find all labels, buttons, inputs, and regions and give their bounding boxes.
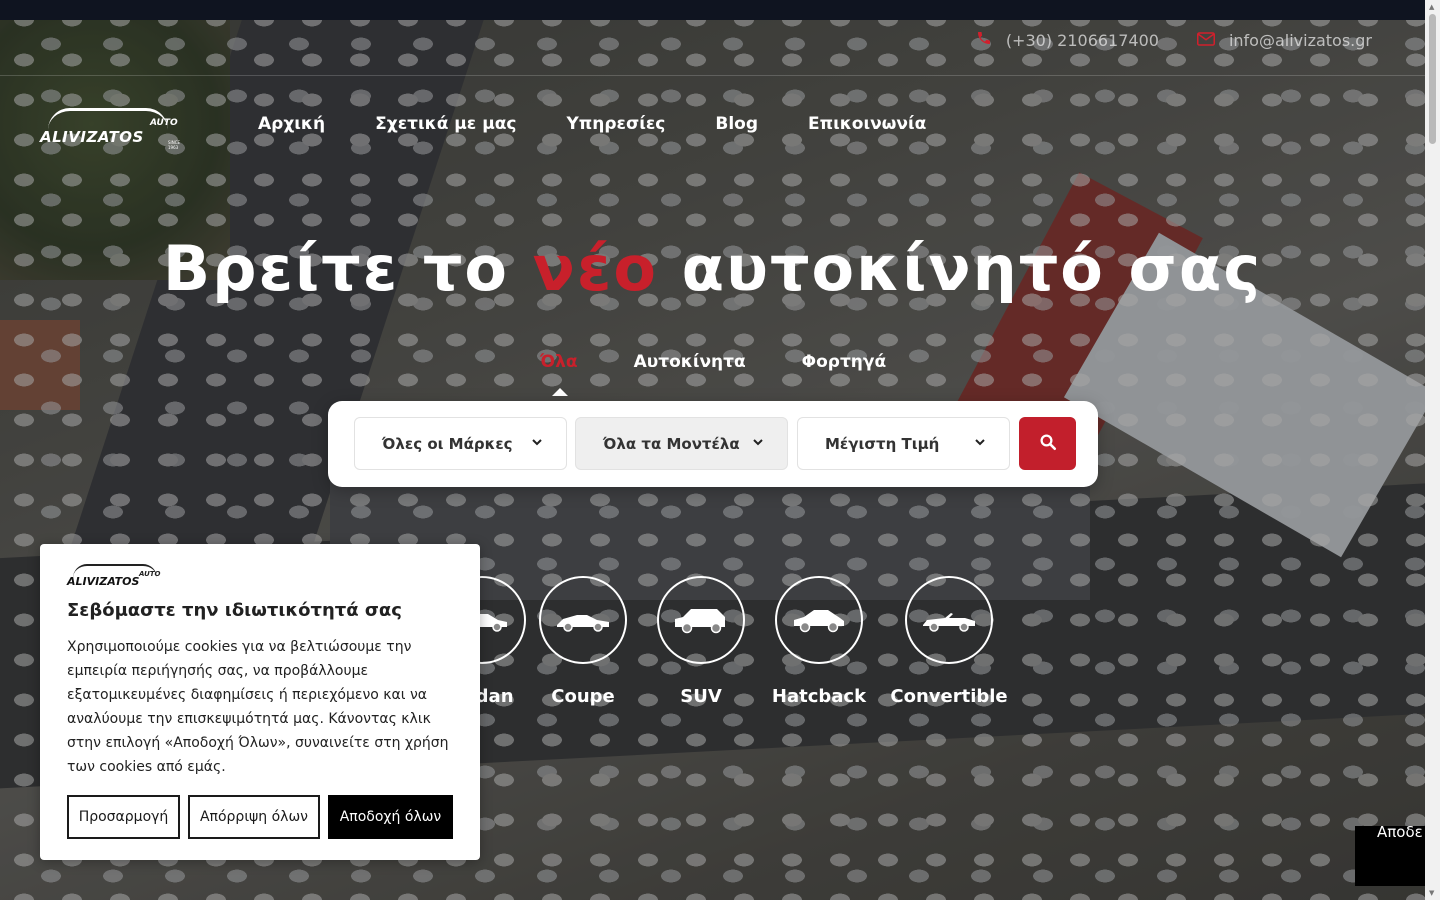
coupe-car-icon [539,576,627,664]
nav-item-about[interactable]: Σχετικά με μας [375,114,516,134]
envelope-icon [1196,31,1215,51]
cookie-text: Χρησιμοποιούμε cookies για να βελτιώσουμ… [67,639,449,775]
search-icon [1039,433,1057,455]
header-divider [0,75,1425,76]
nav-item-services[interactable]: Υπηρεσίες [566,114,665,134]
email-link[interactable]: info@alivizatos.gr [1229,31,1372,50]
cookie-customize-button[interactable]: Προσαρμογή [67,795,180,839]
nav-item-home[interactable]: Αρχική [258,114,325,134]
hatchback-car-icon [775,576,863,664]
nav-item-blog[interactable]: Blog [715,114,758,134]
hero-title: Βρείτε το νέο αυτοκίνητό σας [162,232,1263,305]
max-price-select[interactable]: Μέγιστη Τιμή [797,417,1010,470]
nav-item-contact[interactable]: Επικοινωνία [808,114,926,134]
phone-link[interactable]: (+30) 2106617400 [1006,31,1159,50]
cookie-consent-banner: AUTO ALIVIZATOS Σεβόμαστε την ιδιωτικότη… [40,544,480,860]
vehicle-type-tabs: Όλα Αυτοκίνητα Φορτηγά [540,352,887,396]
site-logo[interactable]: AUTO ALIVIZATOS SINCE 1963 [40,108,190,150]
body-type-convertible[interactable]: Convertible [889,576,1009,707]
body-type-hatchback[interactable]: Hatcback [759,576,879,707]
suv-car-icon [657,576,745,664]
chevron-down-icon [975,436,985,449]
main-nav: Αρχική Σχετικά με μας Υπηρεσίες Blog Επι… [258,114,926,134]
chevron-down-icon [532,436,542,449]
brand-select[interactable]: Όλες οι Μάρκες [354,417,567,470]
tab-trucks[interactable]: Φορτηγά [802,352,887,372]
cookie-banner-logo: AUTO ALIVIZATOS [67,564,177,590]
cookie-reject-all-button[interactable]: Απόρριψη όλων [188,795,320,839]
tab-all[interactable]: Όλα [540,352,578,396]
search-panel: Όλες οι Μάρκες Όλα τα Μοντέλα Μέγιστη Τι… [328,401,1098,487]
body-type-coupe[interactable]: Coupe [523,576,643,707]
body-type-suv[interactable]: SUV [641,576,761,707]
phone-icon [976,30,992,51]
chevron-down-icon [753,436,763,449]
cookie-accept-all-button[interactable]: Αποδοχή όλων [328,795,453,839]
model-select[interactable]: Όλα τα Μοντέλα [575,417,788,470]
scroll-down-arrow-icon[interactable]: ▼ [1429,889,1434,897]
page-scrollbar[interactable]: ▲ ▼ [1425,0,1440,900]
tab-cars[interactable]: Αυτοκίνητα [634,352,746,372]
contact-info: (+30) 2106617400 info@alivizatos.gr [976,30,1372,51]
cookie-title: Σεβόμαστε την ιδιωτικότητά σας [67,600,402,621]
scrollbar-thumb[interactable] [1429,14,1436,144]
top-bar [0,0,1425,20]
search-button[interactable] [1019,417,1076,470]
cookie-accept-floating-button[interactable]: Αποδε [1355,826,1425,886]
scroll-up-arrow-icon[interactable]: ▲ [1429,3,1434,11]
convertible-car-icon [905,576,993,664]
